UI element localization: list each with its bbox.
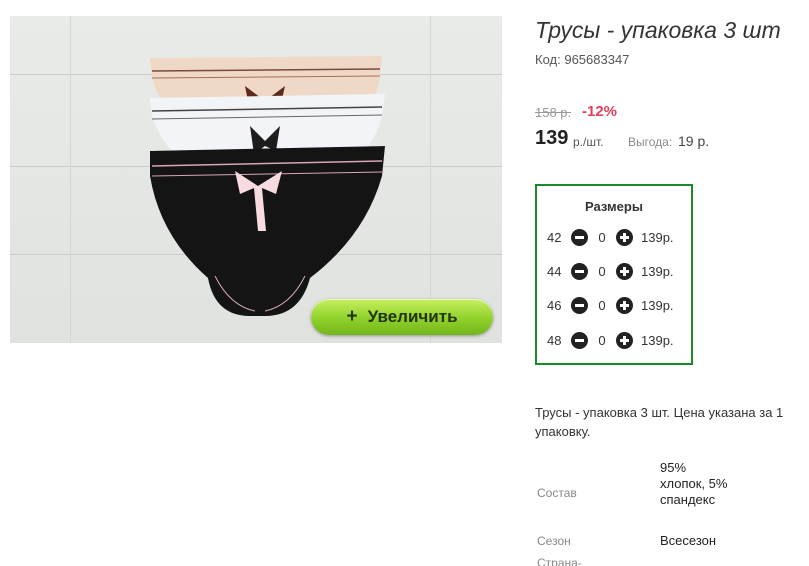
quantity-value[interactable]: 0 bbox=[588, 264, 616, 279]
quantity-value[interactable]: 0 bbox=[588, 333, 616, 348]
zoom-button-label: Увеличить bbox=[367, 307, 458, 326]
old-price: 158 р. bbox=[535, 105, 572, 120]
benefit-value: 19 р. bbox=[678, 133, 710, 149]
plus-icon[interactable] bbox=[616, 296, 633, 314]
property-value: Всесезон bbox=[660, 533, 717, 548]
product-code-label: Код: bbox=[535, 52, 561, 67]
size-row: 46 0 139р. bbox=[547, 295, 674, 315]
size-price: 139р. bbox=[641, 229, 674, 245]
product-title: Трусы - упаковка 3 шт bbox=[535, 17, 781, 43]
size-price: 139р. bbox=[641, 297, 674, 313]
quantity-value[interactable]: 0 bbox=[588, 298, 616, 313]
property-label: Страна- bbox=[537, 556, 582, 566]
sizes-selector: Размеры 42 0 139р. 44 0 139р. 46 0 139р.… bbox=[535, 184, 693, 365]
plus-icon[interactable] bbox=[616, 262, 633, 280]
current-price: 139 bbox=[535, 127, 569, 149]
product-code-value: 965683347 bbox=[564, 52, 630, 67]
minus-icon[interactable] bbox=[571, 228, 588, 246]
quantity-value[interactable]: 0 bbox=[588, 230, 616, 245]
size-price: 139р. bbox=[641, 263, 674, 279]
size-value: 44 bbox=[547, 263, 562, 279]
size-value: 48 bbox=[547, 332, 562, 348]
minus-icon[interactable] bbox=[571, 262, 588, 280]
benefit-label: Выгода: bbox=[628, 135, 673, 149]
size-row: 44 0 139р. bbox=[547, 261, 674, 281]
size-row: 42 0 139р. bbox=[547, 227, 674, 247]
product-code: Код: 965683347 bbox=[535, 52, 629, 67]
zoom-button[interactable]: + Увеличить bbox=[311, 299, 493, 335]
panties-image bbox=[150, 56, 385, 316]
plus-icon[interactable] bbox=[616, 331, 633, 349]
product-description: Трусы - упаковка 3 шт. Цена указана за 1… bbox=[535, 405, 784, 439]
property-label: Сезон bbox=[537, 534, 571, 548]
property-value: 95% хлопок, 5% спандекс bbox=[660, 460, 728, 507]
minus-icon[interactable] bbox=[571, 296, 588, 314]
minus-icon[interactable] bbox=[571, 331, 588, 349]
plus-icon: + bbox=[346, 306, 358, 327]
size-value: 46 bbox=[547, 297, 562, 313]
size-price: 139р. bbox=[641, 332, 674, 348]
plus-icon[interactable] bbox=[616, 228, 633, 246]
product-photo[interactable]: + Увеличить bbox=[10, 16, 502, 343]
size-row: 48 0 139р. bbox=[547, 330, 674, 350]
property-label: Состав bbox=[537, 486, 577, 500]
size-value: 42 bbox=[547, 229, 562, 245]
sizes-title: Размеры bbox=[585, 199, 643, 214]
price-unit: р./шт. bbox=[573, 135, 604, 149]
discount-badge: -12% bbox=[582, 103, 618, 120]
